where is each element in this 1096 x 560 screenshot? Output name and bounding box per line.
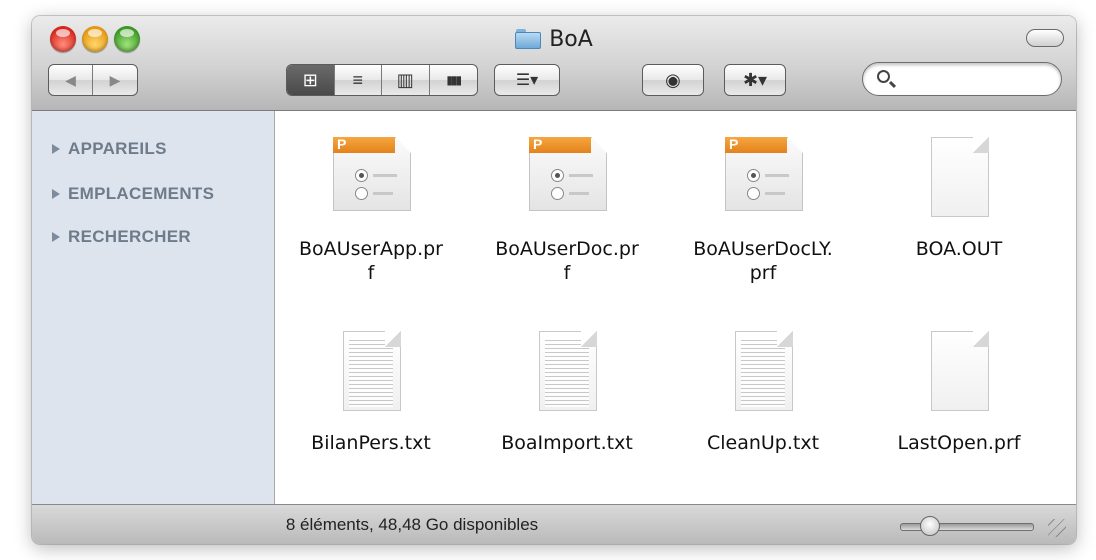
disclosure-triangle-icon[interactable] (52, 189, 60, 199)
text-document-icon (721, 327, 805, 417)
window-title: BoA (32, 24, 1076, 54)
list-view-button[interactable]: ≡ (335, 65, 382, 95)
gear-icon: ✱▾ (725, 65, 785, 95)
search-field[interactable] (862, 62, 1062, 96)
coverflow-view-icon: ▮▮▮ (446, 73, 462, 87)
file-name: CleanUp.txt (706, 432, 820, 454)
folder-icon (515, 29, 542, 49)
blank-document-icon (917, 133, 1001, 223)
arrange-glyph: ☰▾ (515, 72, 539, 89)
view-mode-control: ⊞ ≡ ▥ ▮▮▮ (286, 64, 478, 96)
file-item[interactable]: CleanUp.txt (667, 327, 859, 455)
forward-arrow-icon: ▶ (109, 71, 121, 88)
file-item[interactable]: BOA.OUT (863, 133, 1055, 261)
status-bar: 8 éléments, 48,48 Go disponibles (32, 504, 1076, 544)
blank-document-icon (917, 327, 1001, 417)
sidebar-item-appareils[interactable]: APPAREILS (52, 139, 167, 159)
slider-thumb[interactable] (920, 516, 940, 536)
finder-window: BoA ◀ ▶ ⊞ ≡ ▥ ▮▮▮ ☰▾ ◉ ✱▾ APPAREILS EMPL… (32, 16, 1076, 544)
back-arrow-icon: ◀ (65, 71, 76, 88)
file-item[interactable]: P BoAUserDocLY. prf (667, 133, 859, 285)
toolbar-toggle-button[interactable] (1026, 29, 1064, 47)
column-view-button[interactable]: ▥ (382, 65, 430, 95)
sidebar: APPAREILS EMPLACEMENTS RECHERCHER (32, 111, 275, 504)
file-item[interactable]: LastOpen.prf (863, 327, 1055, 455)
file-name: BoaImport.txt (501, 432, 633, 454)
sidebar-item-rechercher[interactable]: RECHERCHER (52, 227, 191, 247)
arrange-button[interactable]: ☰▾ (494, 64, 560, 96)
arrange-menu-icon: ☰▾ (495, 65, 559, 95)
action-menu-button[interactable]: ✱▾ (724, 64, 786, 96)
prf-icon: P (329, 133, 413, 223)
column-view-icon: ▥ (396, 69, 414, 90)
text-document-icon (329, 327, 413, 417)
prf-icon: P (525, 133, 609, 223)
sidebar-item-label: RECHERCHER (68, 227, 191, 246)
file-name: BOA.OUT (915, 238, 1003, 260)
file-name: BilanPers.txt (311, 432, 431, 454)
toolbar: BoA ◀ ▶ ⊞ ≡ ▥ ▮▮▮ ☰▾ ◉ ✱▾ (32, 16, 1076, 111)
text-document-icon (525, 327, 609, 417)
quick-look-button[interactable]: ◉ (642, 64, 704, 96)
disclosure-triangle-icon[interactable] (52, 232, 60, 242)
disclosure-triangle-icon[interactable] (52, 144, 60, 154)
file-name: BoAUserApp.pr f (299, 238, 443, 284)
file-name: BoAUserDoc.pr f (495, 238, 639, 284)
gear-glyph: ✱▾ (742, 69, 768, 90)
eye-glyph: ◉ (665, 69, 681, 90)
icon-view-icon: ⊞ (302, 69, 318, 90)
sidebar-item-label: APPAREILS (68, 139, 167, 158)
file-grid: P BoAUserApp.pr f P BoAUserDoc.pr f P Bo… (275, 111, 1076, 504)
file-item[interactable]: P BoAUserDoc.pr f (471, 133, 663, 285)
back-forward-control: ◀ ▶ (48, 64, 138, 96)
search-icon (877, 70, 890, 83)
search-input[interactable] (899, 69, 1053, 91)
sidebar-item-emplacements[interactable]: EMPLACEMENTS (52, 184, 214, 204)
back-button[interactable]: ◀ (49, 65, 94, 95)
list-view-icon: ≡ (352, 69, 363, 90)
icon-view-button[interactable]: ⊞ (287, 65, 335, 95)
prf-icon: P (721, 133, 805, 223)
file-item[interactable]: P BoAUserApp.pr f (275, 133, 467, 285)
sidebar-item-label: EMPLACEMENTS (68, 184, 215, 203)
resize-grip-icon[interactable] (1048, 519, 1066, 537)
status-text: 8 éléments, 48,48 Go disponibles (285, 515, 539, 534)
eye-icon: ◉ (643, 65, 703, 95)
file-item[interactable]: BoaImport.txt (471, 327, 663, 455)
coverflow-view-button[interactable]: ▮▮▮ (430, 65, 477, 95)
file-name: LastOpen.prf (897, 432, 1021, 454)
window-title-text: BoA (549, 26, 593, 52)
forward-button[interactable]: ▶ (93, 65, 137, 95)
file-item[interactable]: BilanPers.txt (275, 327, 467, 455)
file-name: BoAUserDocLY. prf (693, 238, 833, 284)
